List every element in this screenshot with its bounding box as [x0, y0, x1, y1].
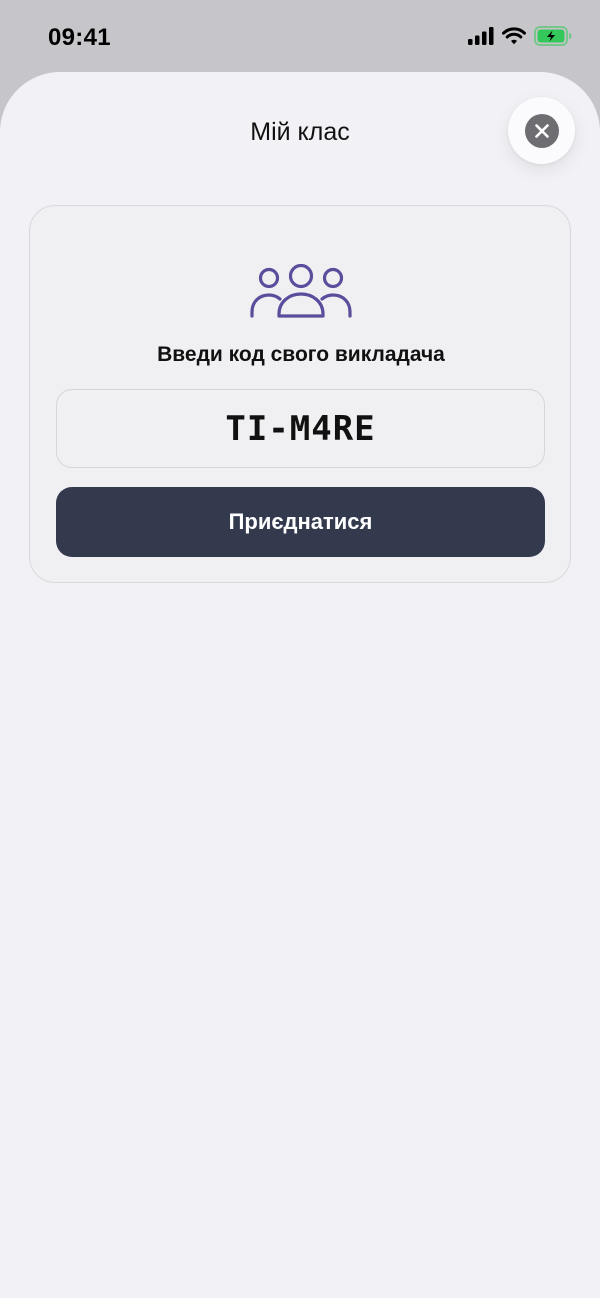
close-icon	[524, 113, 559, 148]
status-icons	[468, 26, 572, 51]
teacher-code-input[interactable]: TI-M4RE	[56, 389, 545, 468]
sheet: Мій клас Введи код свого викладача TI-M4	[0, 72, 600, 1298]
cellular-signal-icon	[468, 27, 494, 50]
battery-charging-icon	[534, 26, 572, 51]
join-prompt: Введи код свого викладача	[157, 343, 445, 366]
wifi-icon	[502, 27, 526, 50]
join-class-card: Введи код свого викладача TI-M4RE Приєдн…	[29, 205, 571, 583]
group-icon	[249, 263, 353, 320]
status-time: 09:41	[48, 24, 111, 51]
close-button[interactable]	[508, 97, 575, 164]
join-button[interactable]: Приєднатися	[56, 487, 545, 557]
status-bar: 09:41	[0, 0, 600, 72]
